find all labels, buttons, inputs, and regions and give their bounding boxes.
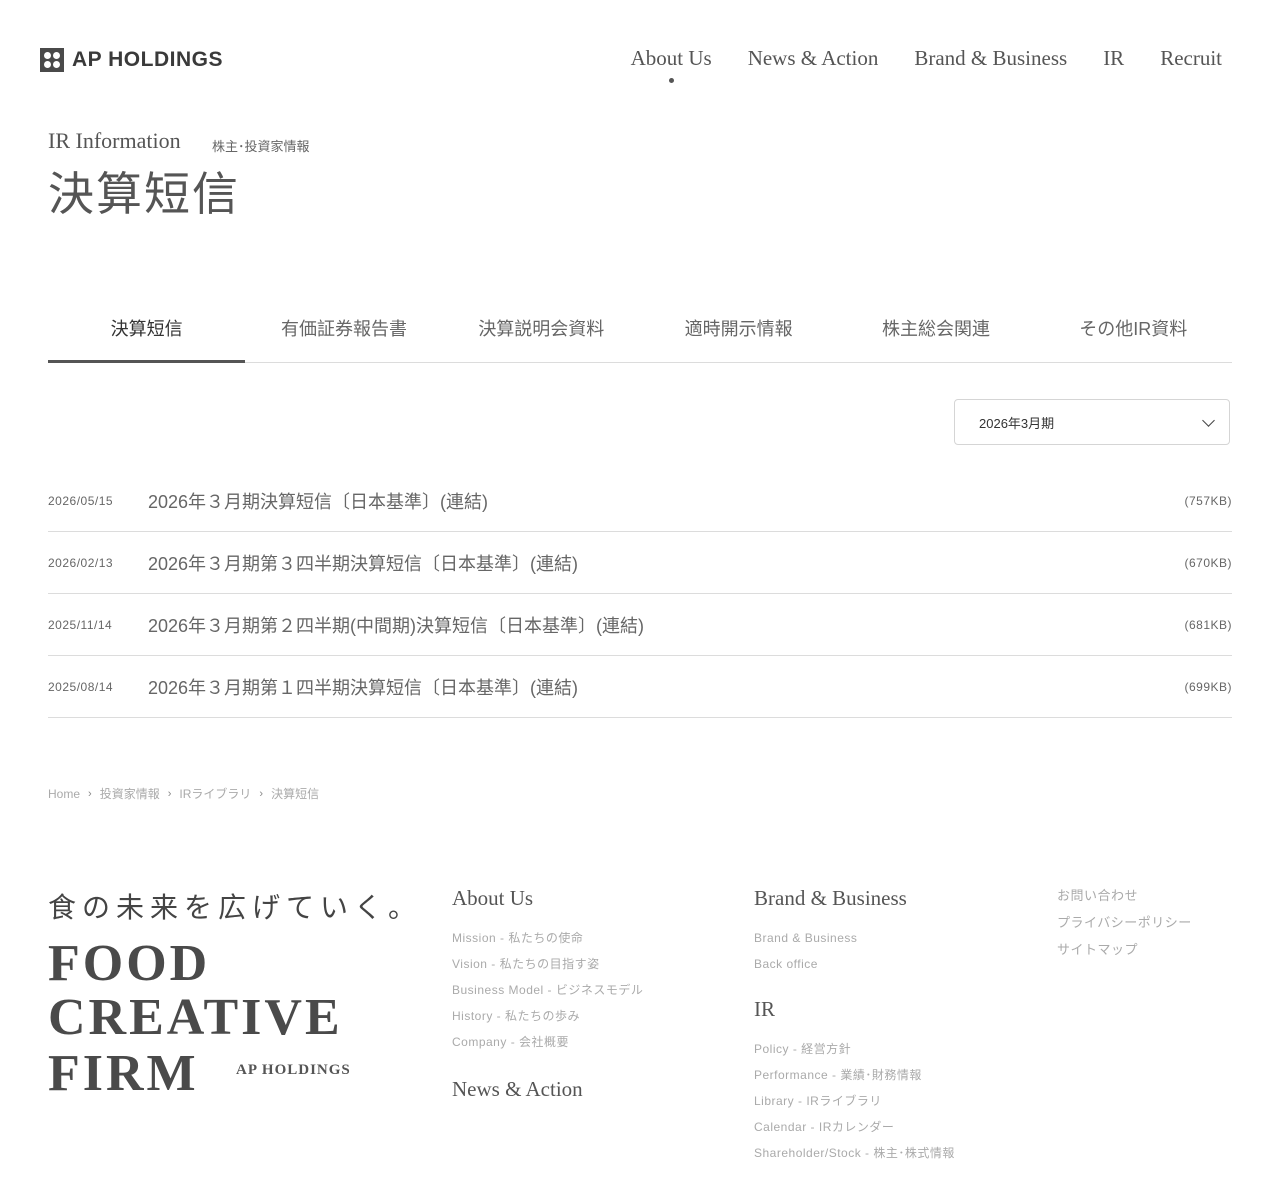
footer-link-business-model[interactable]: Business Model - ビジネスモデル (452, 977, 643, 1003)
tab-briefing-materials[interactable]: 決算説明会資料 (443, 298, 640, 362)
breadcrumb-home[interactable]: Home (48, 787, 80, 801)
tab-kessan-tanshin[interactable]: 決算短信 (48, 298, 246, 363)
document-title[interactable]: 2026年３月期第１四半期決算短信〔日本基準〕(連結) (148, 674, 578, 700)
footer-link-policy[interactable]: Policy - 経営方針 (754, 1036, 955, 1062)
footer-heading-news[interactable]: News & Action (452, 1077, 643, 1102)
document-title[interactable]: 2026年３月期決算短信〔日本基準〕(連結) (148, 488, 488, 514)
footer-link-library[interactable]: Library - IRライブラリ (754, 1088, 955, 1114)
document-row[interactable]: 2026/02/13 2026年３月期第３四半期決算短信〔日本基準〕(連結) (… (48, 532, 1232, 594)
footer-heading-about[interactable]: About Us (452, 886, 643, 911)
document-title[interactable]: 2026年３月期第３四半期決算短信〔日本基準〕(連結) (148, 550, 578, 576)
footer-heading-ir[interactable]: IR (754, 997, 955, 1022)
footer-link-company[interactable]: Company - 会社概要 (452, 1029, 643, 1055)
breadcrumb-investor-info[interactable]: 投資家情報 (100, 785, 160, 802)
document-size: (699KB) (1184, 679, 1232, 694)
nav-news-action[interactable]: News & Action (748, 46, 879, 71)
tab-shareholders-meeting[interactable]: 株主総会関連 (837, 298, 1034, 362)
page-title-en: IR Information (48, 128, 181, 153)
footer-col-about: About Us Mission - 私たちの使命 Vision - 私たちの目… (452, 886, 643, 1116)
period-select[interactable]: 2026年3月期 (954, 399, 1230, 445)
logo-text: AP HOLDINGS (72, 48, 223, 71)
footer-link-history[interactable]: History - 私たちの歩み (452, 1003, 643, 1029)
footer-link-back-office[interactable]: Back office (754, 951, 955, 977)
nav-about-us[interactable]: About Us (631, 46, 712, 83)
footer-tagline: 食の未来を広げていく。 (48, 893, 423, 924)
footer-link-performance[interactable]: Performance - 業績･財務情報 (754, 1062, 955, 1088)
ir-tabs: 決算短信 有価証券報告書 決算説明会資料 適時開示情報 株主総会関連 その他IR… (48, 298, 1232, 363)
footer-link-mission[interactable]: Mission - 私たちの使命 (452, 925, 643, 951)
document-row[interactable]: 2025/11/14 2026年３月期第２四半期(中間期)決算短信〔日本基準〕(… (48, 594, 1232, 656)
document-size: (681KB) (1184, 617, 1232, 632)
chevron-right-icon: › (167, 787, 172, 800)
breadcrumb-current: 決算短信 (271, 787, 320, 801)
document-size: (670KB) (1184, 555, 1232, 570)
document-size: (757KB) (1184, 493, 1232, 508)
chevron-right-icon: › (259, 787, 264, 800)
chevron-right-icon: › (88, 787, 92, 800)
footer-big-line-creative: CREATIVE (48, 989, 343, 1046)
nav-ir[interactable]: IR (1103, 46, 1124, 71)
nav-recruit[interactable]: Recruit (1160, 46, 1222, 71)
period-select-value: 2026年3月期 (979, 415, 1055, 431)
page-title: 決算短信 (48, 169, 240, 220)
nav-brand-business[interactable]: Brand & Business (914, 46, 1067, 71)
document-date: 2026/05/15 (48, 493, 114, 508)
document-title[interactable]: 2026年３月期第２四半期(中間期)決算短信〔日本基準〕(連結) (148, 612, 644, 638)
footer-col-brand: Brand & Business Brand & Business Back o… (754, 886, 955, 1166)
document-date: 2025/08/14 (48, 679, 114, 694)
document-row[interactable]: 2025/08/14 2026年３月期第１四半期決算短信〔日本基準〕(連結) (… (48, 656, 1232, 718)
footer-heading-brand[interactable]: Brand & Business (754, 886, 955, 911)
tab-other-ir[interactable]: その他IR資料 (1035, 298, 1232, 362)
breadcrumb-ir-library[interactable]: IRライブラリ (179, 785, 251, 802)
footer-link-contact[interactable]: お問い合わせ (1057, 882, 1192, 909)
tab-securities-report[interactable]: 有価証券報告書 (245, 298, 442, 362)
document-list: 2026/05/15 2026年３月期決算短信〔日本基準〕(連結) (757KB… (48, 470, 1232, 718)
global-nav: About Us News & Action Brand & Business … (631, 46, 1222, 83)
logo-mark-icon (40, 48, 64, 72)
footer-big-line-food: FOOD (48, 935, 211, 992)
footer-link-sitemap[interactable]: サイトマップ (1057, 936, 1192, 963)
site-logo[interactable]: AP HOLDINGS (40, 47, 223, 73)
footer-link-vision[interactable]: Vision - 私たちの目指す姿 (452, 951, 643, 977)
footer-link-shareholder[interactable]: Shareholder/Stock - 株主･株式情報 (754, 1140, 955, 1166)
document-date: 2026/02/13 (48, 555, 114, 570)
footer-logo-text: AP HOLDINGS (236, 1062, 351, 1078)
breadcrumb: Home › 投資家情報 › IRライブラリ › 決算短信 (48, 785, 319, 802)
footer-link-calendar[interactable]: Calendar - IRカレンダー (754, 1114, 955, 1140)
footer-link-brand-business[interactable]: Brand & Business (754, 925, 955, 951)
document-row[interactable]: 2026/05/15 2026年３月期決算短信〔日本基準〕(連結) (757KB… (48, 470, 1232, 532)
chevron-down-icon (1202, 414, 1215, 427)
tab-timely-disclosure[interactable]: 適時開示情報 (640, 298, 837, 362)
document-date: 2025/11/14 (48, 617, 113, 632)
footer-big-line-firm: FIRM (48, 1045, 199, 1102)
footer-link-privacy[interactable]: プライバシーポリシー (1057, 909, 1192, 936)
page-title-subtitle: 株主･投資家情報 (212, 139, 310, 154)
footer-col-misc: お問い合わせ プライバシーポリシー サイトマップ (1057, 882, 1192, 963)
